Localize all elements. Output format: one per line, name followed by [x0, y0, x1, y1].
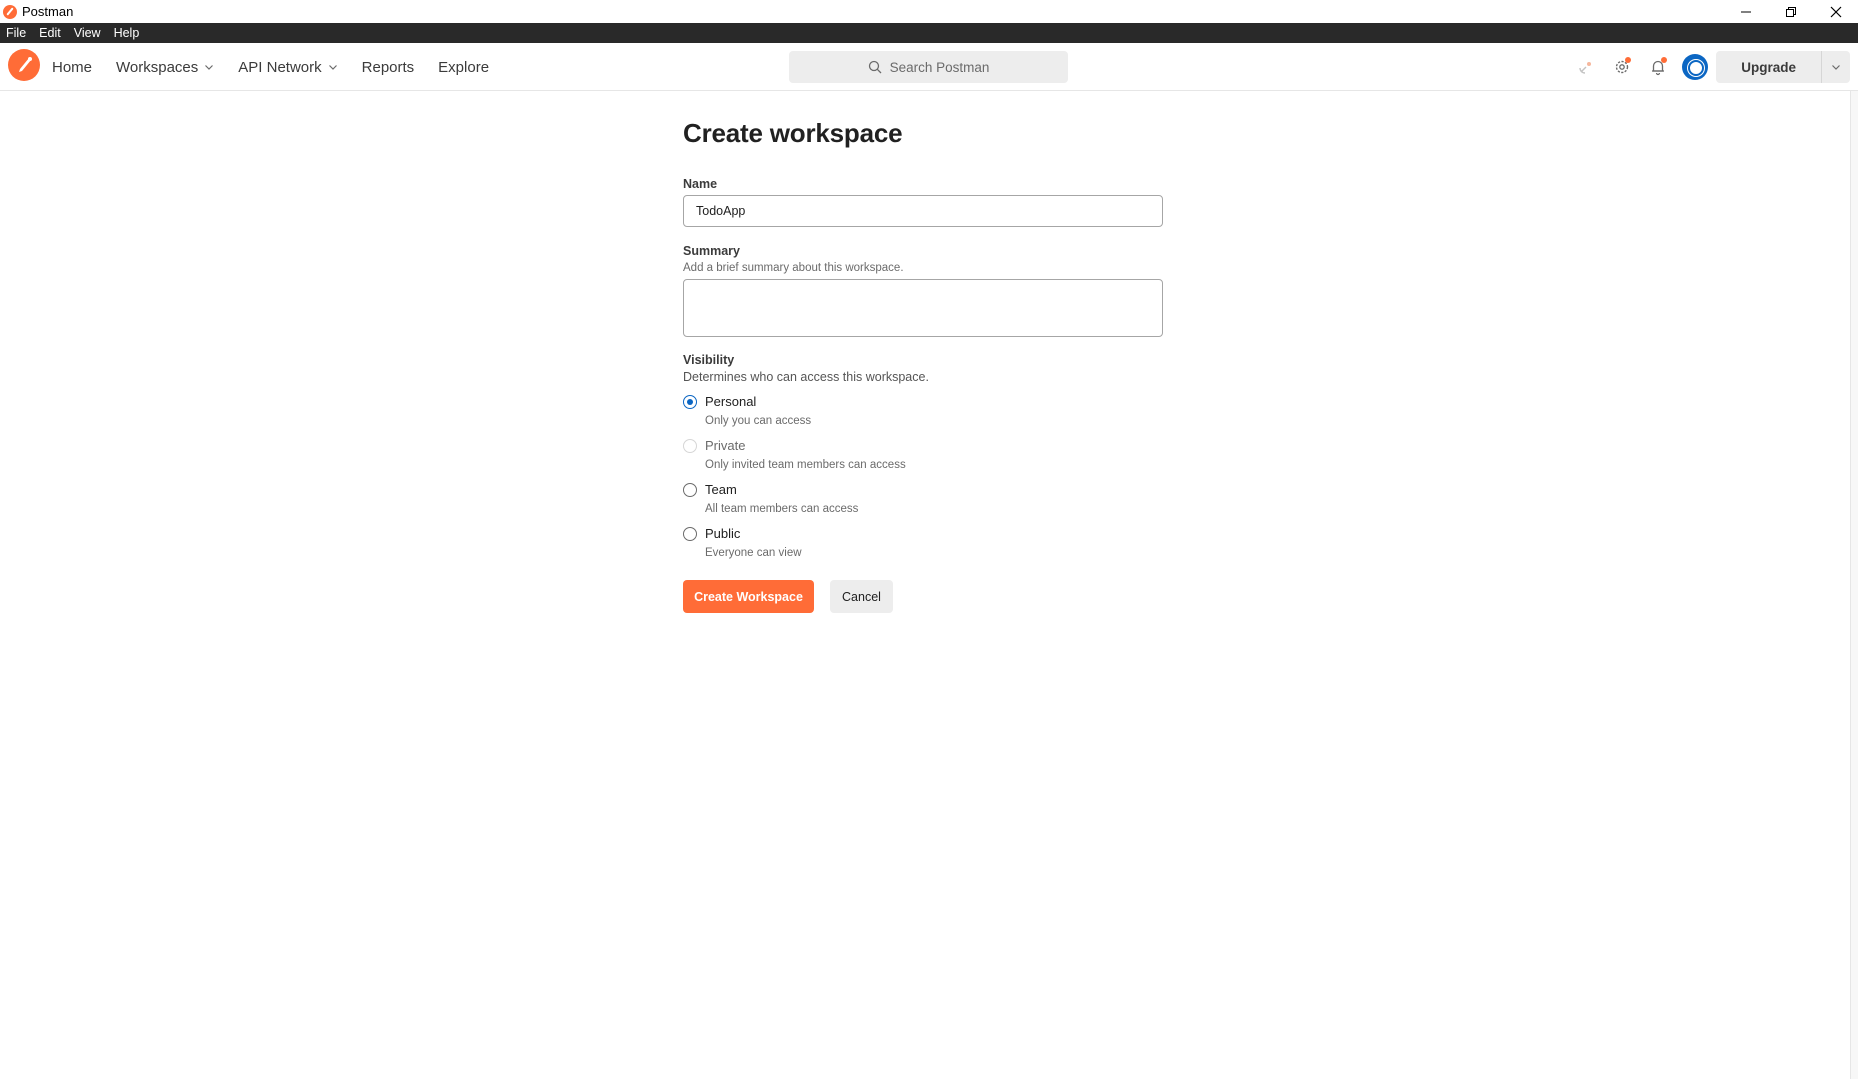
- radio-private: [683, 439, 697, 453]
- postman-logo[interactable]: [8, 49, 40, 81]
- main-nav: Home Workspaces API Network Reports Expl…: [52, 43, 513, 91]
- nav-workspaces[interactable]: Workspaces: [116, 59, 214, 76]
- postman-app-icon: [3, 4, 17, 19]
- visibility-option-private: Private Only invited team members can ac…: [683, 438, 906, 471]
- sync-status-button[interactable]: [1568, 49, 1604, 85]
- workspace-name-input[interactable]: TodoApp: [683, 195, 1163, 227]
- restore-icon: [1785, 6, 1796, 17]
- visibility-option-personal[interactable]: Personal Only you can access: [683, 394, 811, 427]
- search-bar[interactable]: Search Postman: [789, 51, 1068, 83]
- visibility-option-team-text: Team All team members can access: [705, 482, 858, 515]
- visibility-option-public[interactable]: Public Everyone can view: [683, 526, 802, 559]
- avatar[interactable]: [1682, 54, 1709, 80]
- close-icon: [1830, 6, 1841, 17]
- nav-api-network-label: API Network: [238, 58, 322, 76]
- visibility-help-text: Determines who can access this workspace…: [683, 370, 929, 384]
- satellite-icon: [1579, 62, 1592, 74]
- radio-title-team: Team: [705, 482, 737, 497]
- create-workspace-button[interactable]: Create Workspace: [683, 580, 814, 613]
- radio-desc-public: Everyone can view: [705, 547, 802, 559]
- radio-desc-private: Only invited team members can access: [705, 459, 906, 471]
- radio-desc-team: All team members can access: [705, 503, 859, 515]
- menu-edit[interactable]: Edit: [39, 26, 61, 40]
- search-placeholder: Search Postman: [889, 59, 990, 75]
- minimize-button[interactable]: [1723, 0, 1768, 23]
- menu-view[interactable]: View: [74, 26, 101, 40]
- nav-explore-label: Explore: [438, 58, 490, 76]
- window-controls: [1723, 0, 1858, 23]
- nav-workspaces-label: Workspaces: [116, 58, 199, 76]
- create-workspace-form: Create workspace Name TodoApp Summary Ad…: [683, 118, 1163, 613]
- name-label: Name: [683, 177, 718, 191]
- nav-home-label: Home: [52, 58, 93, 76]
- nav-reports-label: Reports: [361, 58, 415, 76]
- settings-button[interactable]: [1604, 49, 1640, 85]
- upgrade-dropdown-button[interactable]: [1822, 51, 1850, 83]
- radio-title-private: Private: [705, 438, 746, 453]
- close-button[interactable]: [1813, 0, 1858, 23]
- upgrade-button[interactable]: Upgrade: [1716, 51, 1822, 83]
- visibility-option-personal-text: Personal Only you can access: [705, 394, 811, 427]
- summary-help-text: Add a brief summary about this workspace…: [683, 262, 904, 274]
- nav-home[interactable]: Home: [52, 59, 92, 76]
- visibility-option-public-text: Public Everyone can view: [705, 526, 802, 559]
- visibility-option-private-text: Private Only invited team members can ac…: [705, 438, 906, 471]
- page-scrollbar[interactable]: [1850, 91, 1858, 1079]
- window-titlebar: Postman: [0, 0, 1858, 23]
- page-title: Create workspace: [683, 118, 903, 148]
- header-actions: Upgrade: [1568, 43, 1858, 91]
- radio-team[interactable]: [683, 483, 697, 497]
- radio-title-personal: Personal: [705, 394, 757, 409]
- nav-explore[interactable]: Explore: [438, 59, 489, 76]
- minimize-icon: [1740, 11, 1751, 12]
- radio-desc-personal: Only you can access: [705, 415, 812, 427]
- nav-api-network[interactable]: API Network: [238, 59, 337, 76]
- upgrade-button-group: Upgrade: [1716, 51, 1850, 83]
- visibility-option-team[interactable]: Team All team members can access: [683, 482, 858, 515]
- window-title: Postman: [22, 4, 74, 19]
- app-header: Home Workspaces API Network Reports Expl…: [0, 43, 1858, 91]
- summary-textarea[interactable]: [683, 279, 1163, 337]
- menu-help[interactable]: Help: [114, 26, 140, 40]
- search-icon: [868, 60, 882, 74]
- radio-public[interactable]: [683, 527, 697, 541]
- notifications-button[interactable]: [1640, 49, 1676, 85]
- chevron-down-icon: [328, 65, 337, 70]
- radio-title-public: Public: [705, 526, 741, 541]
- menu-bar: File Edit View Help: [0, 23, 1858, 43]
- nav-reports[interactable]: Reports: [362, 59, 415, 76]
- restore-button[interactable]: [1768, 0, 1813, 23]
- chevron-down-icon: [1832, 65, 1840, 70]
- postman-rocket-icon: [19, 57, 32, 72]
- visibility-label: Visibility: [683, 353, 735, 367]
- cancel-button[interactable]: Cancel: [830, 580, 893, 613]
- chevron-down-icon: [205, 65, 214, 70]
- radio-personal[interactable]: [683, 395, 697, 409]
- menu-file[interactable]: File: [6, 26, 26, 40]
- summary-label: Summary: [683, 244, 740, 258]
